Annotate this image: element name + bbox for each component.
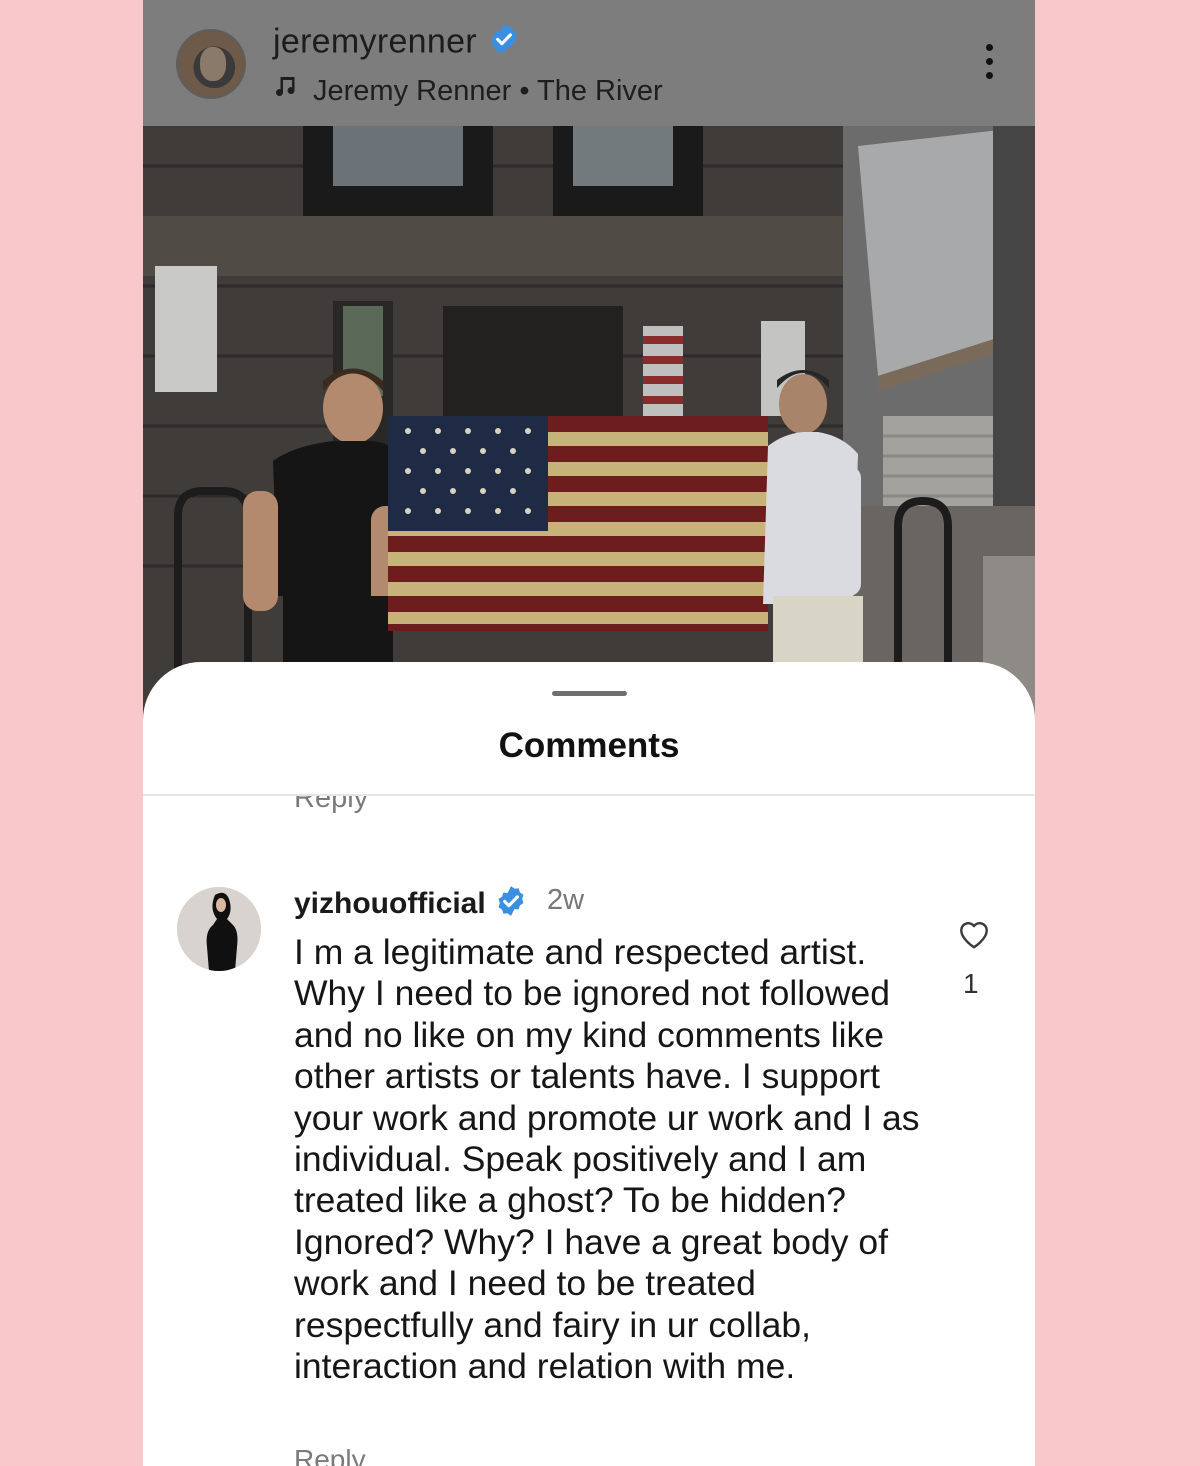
verified-badge-icon (487, 22, 521, 65)
comment-timestamp: 2w (547, 884, 585, 916)
audio-separator: • (519, 75, 530, 107)
post-username-label[interactable]: jeremyrenner (273, 22, 477, 60)
sheet-drag-handle[interactable] (552, 691, 627, 696)
post-header: jeremyrenner Jeremy Renner • The River (143, 0, 1035, 126)
audio-title: The River (537, 75, 663, 107)
more-vertical-icon[interactable] (979, 44, 999, 88)
reply-link[interactable]: Reply (294, 1444, 366, 1466)
profile-avatar[interactable] (176, 29, 246, 99)
music-note-icon (275, 74, 299, 108)
sheet-divider (143, 794, 1035, 796)
comment-text: I m a legitimate and respected artist. W… (294, 932, 920, 1387)
sheet-title: Comments (498, 726, 680, 765)
audio-track-link[interactable]: Jeremy Renner • The River (275, 74, 663, 108)
post-username[interactable]: jeremyrenner (273, 22, 521, 65)
heart-icon[interactable] (956, 916, 992, 950)
comments-sheet: Reply Comments yizhouofficial 2w I m a l… (143, 662, 1035, 1466)
post-photo (143, 126, 1035, 726)
commenter-username[interactable]: yizhouofficial (294, 884, 528, 926)
avatar-face (200, 47, 226, 81)
audio-artist: Jeremy Renner (313, 75, 512, 107)
like-count: 1 (963, 968, 979, 999)
previous-reply-link[interactable]: Reply (294, 796, 368, 815)
commenter-username-label[interactable]: yizhouofficial (294, 887, 486, 920)
verified-badge-icon (494, 884, 528, 926)
commenter-avatar[interactable] (177, 887, 261, 971)
phone-screen: jeremyrenner Jeremy Renner • The River R… (143, 0, 1035, 1466)
